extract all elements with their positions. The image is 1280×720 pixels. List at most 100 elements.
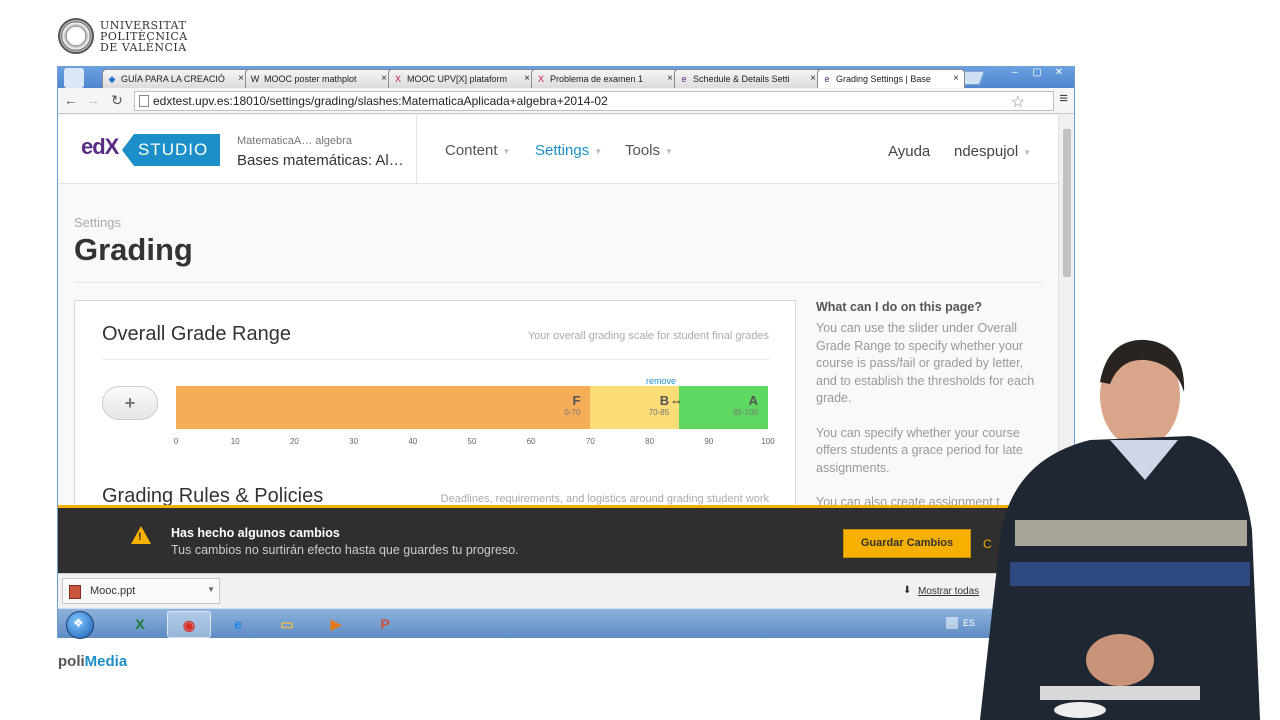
axis-tick-label: 80 (645, 437, 655, 446)
chrome-icon[interactable]: ◉ (167, 611, 211, 638)
grade-letter[interactable]: F (572, 393, 580, 408)
page-title: Grading (74, 232, 193, 267)
chevron-down-icon[interactable]: ▼ (207, 585, 215, 594)
excel-icon[interactable]: X (118, 611, 162, 638)
university-line: UNIVERSITAT (100, 18, 187, 32)
browser-tab[interactable]: X Problema de examen 1 × (531, 69, 679, 88)
help-link[interactable]: Ayuda (888, 143, 930, 160)
divider (102, 359, 770, 360)
university-name: UNIVERSITAT POLITÈCNICA DE VALÈNCIA (100, 20, 188, 53)
branding-suffix: Media (84, 653, 128, 670)
forward-button[interactable]: → (84, 92, 102, 108)
sweater-stripe (1010, 562, 1250, 586)
axis-tick-label: 100 (761, 437, 775, 446)
grading-card: Overall Grade Range Your overall grading… (74, 300, 796, 505)
nav-tools-label: Tools (625, 142, 661, 159)
chevron-down-icon: ▼ (502, 146, 511, 156)
window-controls: – ▢ ✕ (1006, 67, 1068, 78)
nav-settings[interactable]: Settings ▼ (535, 142, 602, 159)
help-heading: What can I do on this page? (816, 300, 982, 314)
grade-segment[interactable]: F 0-70 (176, 386, 591, 429)
presenter-hand (1086, 634, 1154, 686)
profile-icon[interactable] (64, 68, 84, 88)
close-tab-icon[interactable]: × (810, 73, 816, 84)
page-icon (139, 95, 149, 107)
folder-icon[interactable]: ▭ (265, 611, 309, 638)
download-filename: Mooc.ppt (90, 585, 136, 597)
downloads-bar: Mooc.ppt ▼ ⬇ Mostrar todas (58, 573, 1074, 608)
video-frame: UNIVERSITAT POLITÈCNICA DE VALÈNCIA ◆ GUÍ… (0, 0, 1280, 720)
university-logo: UNIVERSITAT POLITÈCNICA DE VALÈNCIA (58, 18, 188, 54)
axis-tick-label: 50 (467, 437, 477, 446)
warning-mark: ! (138, 531, 142, 543)
grade-letter[interactable]: B (660, 393, 669, 408)
breadcrumb: Settings (74, 215, 121, 230)
browser-tab[interactable]: ◆ GUÍA PARA LA CREACIÓ × (102, 69, 250, 88)
browser-menu-icon[interactable]: ≡ (1059, 90, 1068, 107)
back-button[interactable]: ← (62, 92, 80, 108)
maximize-button[interactable]: ▢ (1028, 67, 1046, 78)
close-tab-icon[interactable]: × (953, 73, 959, 84)
edx-icon: e (824, 74, 830, 84)
branding-prefix: poli (58, 653, 85, 670)
close-tab-icon[interactable]: × (381, 73, 387, 84)
add-grade-button[interactable]: + (102, 386, 158, 420)
browser-tab[interactable]: e Grading Settings | Base × (817, 69, 965, 88)
powerpoint-icon[interactable]: P (363, 611, 407, 638)
axis-tick-label: 40 (408, 437, 418, 446)
nav-tools[interactable]: Tools ▼ (625, 142, 673, 159)
bookmark-star-icon[interactable]: ☆ (1011, 92, 1025, 112)
start-button[interactable]: ❖ (66, 611, 94, 639)
tab-label: MOOC UPV[X] plataform (407, 74, 508, 84)
studio-badge[interactable]: STUDIO (122, 134, 220, 166)
browser-toolbar: ← → ↻ edxtest.upv.es:18010/settings/grad… (58, 88, 1074, 114)
section-title: Grading Rules & Policies (102, 485, 324, 505)
edx-logo[interactable]: edX (81, 134, 119, 160)
close-tab-icon[interactable]: × (524, 73, 530, 84)
sweater-stripe (1015, 520, 1247, 546)
scrollbar-thumb[interactable] (1063, 129, 1071, 277)
windows-taskbar: ❖ X ◉ e ▭ ▶ P ES (58, 608, 1074, 639)
tab-label: MOOC poster mathplot (264, 74, 357, 84)
edx-icon: e (681, 74, 687, 84)
chevron-down-icon: ▼ (665, 146, 673, 156)
presenter-figure (980, 339, 1260, 720)
header-divider (416, 115, 417, 184)
course-title[interactable]: Bases matemáticas: Al… (237, 152, 404, 169)
grade-segment[interactable]: A 85-100 (679, 386, 768, 429)
course-org: MatematicaA… algebra (237, 135, 352, 147)
section-description: Deadlines, requirements, and logistics a… (440, 493, 769, 505)
alert-message: Tus cambios no surtirán efecto hasta que… (171, 543, 519, 557)
browser-tab[interactable]: X MOOC UPV[X] plataform × (388, 69, 536, 88)
alert-title: Has hecho algunos cambios (171, 526, 340, 540)
close-window-button[interactable]: ✕ (1050, 67, 1068, 78)
keyboard (1040, 686, 1200, 700)
nav-content-label: Content (445, 142, 498, 159)
wikipedia-icon: W (250, 74, 260, 84)
close-tab-icon[interactable]: × (667, 73, 673, 84)
page-viewport: edX STUDIO MatematicaA… algebra Bases ma… (58, 115, 1058, 505)
ie-icon[interactable]: e (216, 611, 260, 638)
axis-tick-label: 10 (230, 437, 240, 446)
download-item[interactable]: Mooc.ppt ▼ (62, 578, 220, 604)
grade-range-label: 85-100 (733, 408, 758, 417)
nav-settings-label: Settings (535, 142, 590, 159)
remove-grade-link[interactable]: remove (646, 376, 676, 386)
mouse (1054, 702, 1106, 718)
minimize-button[interactable]: – (1006, 67, 1024, 78)
nav-content[interactable]: Content ▼ (445, 142, 510, 159)
grade-letter[interactable]: A (749, 393, 758, 408)
browser-tab[interactable]: W MOOC poster mathplot × (245, 69, 393, 88)
divider (74, 282, 1042, 283)
user-menu[interactable]: ndespujol ▼ (954, 143, 1031, 160)
grade-axis: 0 10 20 30 40 50 60 70 80 90 100 (174, 437, 775, 449)
close-tab-icon[interactable]: × (238, 73, 244, 84)
address-bar[interactable]: edxtest.upv.es:18010/settings/grading/sl… (134, 91, 1054, 111)
media-player-icon[interactable]: ▶ (314, 611, 358, 638)
axis-tick-label: 20 (289, 437, 299, 446)
grade-segment[interactable]: B 70-85 (590, 386, 680, 429)
reload-button[interactable]: ↻ (108, 92, 126, 109)
browser-tab[interactable]: e Schedule & Details Setti × (674, 69, 822, 88)
username: ndespujol (954, 143, 1019, 160)
axis-tick-label: 70 (585, 437, 595, 446)
